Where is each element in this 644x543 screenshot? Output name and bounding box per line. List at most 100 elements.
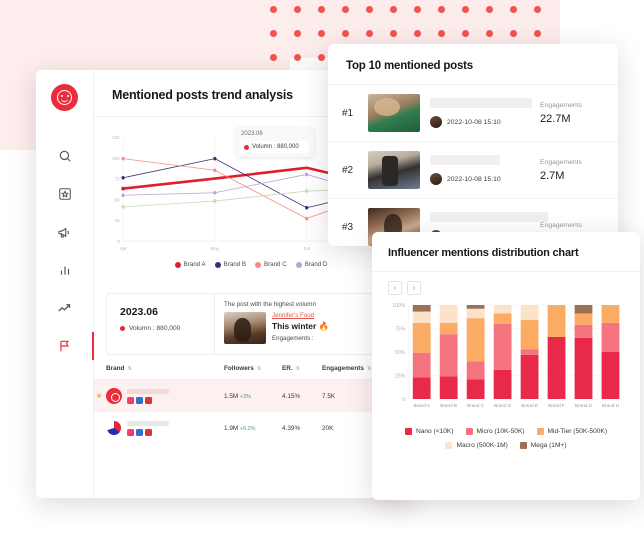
- legend-item[interactable]: Mid-Tier (50K-500K): [536, 428, 607, 435]
- avatar: [430, 173, 442, 185]
- screenshot-root: Mentioned posts trend analysis 0 25 50 75 10…: [0, 0, 644, 543]
- brand-cell: [106, 420, 224, 436]
- instagram-icon[interactable]: [127, 396, 134, 404]
- legend-swatch: [295, 261, 302, 268]
- list-item[interactable]: #2 2022-10-08 15:10 Engagements 2.7M: [328, 142, 618, 199]
- flag-icon: [59, 340, 69, 352]
- svg-text:Brand A: Brand A: [413, 403, 430, 408]
- tooltip-date: 2023.06: [241, 131, 263, 137]
- facebook-icon[interactable]: [136, 428, 143, 436]
- svg-text:100: 100: [112, 156, 120, 162]
- search-icon: [59, 150, 71, 162]
- legend-item[interactable]: Brand A: [174, 261, 206, 268]
- sidebar-item-statistics[interactable]: [45, 251, 85, 289]
- table-row[interactable]: 1.9M +5.2% 4.39% 20K 13.74%: [94, 412, 416, 444]
- post-title-placeholder: [430, 212, 548, 222]
- distribution-panel: Influencer mentions distribution chart ‹…: [372, 232, 640, 500]
- youtube-icon[interactable]: [145, 396, 152, 404]
- post-thumbnail[interactable]: [368, 94, 420, 132]
- legend-item[interactable]: Brand C: [254, 261, 287, 268]
- summary-month: 2023.06: [120, 306, 158, 318]
- sidebar-item-campaigns[interactable]: [45, 213, 85, 251]
- followers-value: 1.9M: [224, 424, 239, 432]
- svg-text:Brand G: Brand G: [575, 403, 593, 408]
- table-header-row: Brand ⇅ Followers ⇅ ER. ⇅ Engagements ⇅: [94, 365, 416, 380]
- column-header-followers[interactable]: Followers ⇅: [224, 365, 282, 372]
- sort-icon-brand: ⇅: [127, 365, 132, 372]
- distribution-chart-area: 0 25% 50% 75% 100% Brand A Brand B Brand C Brand…: [372, 295, 640, 419]
- sort-icon-engagements: ⇅: [366, 365, 372, 372]
- legend-item[interactable]: Brand D: [295, 261, 327, 268]
- tooltip-value: Volumn : 880,000: [252, 144, 299, 150]
- avatar: [430, 116, 442, 128]
- distribution-pager: ‹ ›: [372, 272, 640, 295]
- chart-tooltip: 2023.06 Volumn : 880,000: [236, 127, 314, 157]
- top-posts-panel: Top 10 mentioned posts #1 2022-10-08 15:…: [328, 44, 618, 246]
- sort-icon-er: ⇅: [295, 365, 301, 372]
- post-rank: #1: [342, 107, 354, 119]
- instagram-icon[interactable]: [127, 428, 134, 436]
- summary-caption: The post with the highest volumn: [224, 301, 317, 308]
- sidebar: [36, 70, 94, 498]
- summary-month-block: 2023.06 Volumn : 880,000: [107, 294, 215, 354]
- table-row[interactable]: ★ 1.5M +3% 4.15% 7.5K: [94, 380, 416, 412]
- column-header-brand[interactable]: Brand ⇅: [106, 365, 224, 372]
- bar-chart-icon: [60, 266, 69, 275]
- svg-text:25: 25: [115, 218, 120, 224]
- facebook-icon[interactable]: [136, 396, 143, 404]
- engagements-label: Engagements: [540, 158, 582, 166]
- followers-cell: 1.5M +3%: [224, 393, 282, 400]
- brand-table: Brand ⇅ Followers ⇅ ER. ⇅ Engagements ⇅: [94, 365, 416, 444]
- sidebar-item-search[interactable]: [45, 137, 85, 175]
- svg-text:75%: 75%: [395, 327, 406, 333]
- svg-text:Jun: Jun: [303, 246, 310, 252]
- legend-item[interactable]: Macro (500K-1M): [445, 442, 508, 449]
- highest-volume-summary-card: 2023.06 Volumn : 880,000 The post with t…: [106, 293, 404, 355]
- summary-post-author-link[interactable]: Jennifer's Food: [272, 312, 329, 319]
- distribution-legend: Nano (<10K) Micro (10K-50K) Mid-Tier (50K-…: [372, 419, 640, 449]
- sidebar-item-trends[interactable]: [45, 289, 85, 327]
- legend-row: Nano (<10K) Micro (10K-50K) Mid-Tier (50K-…: [386, 428, 626, 435]
- legend-swatch: [214, 261, 221, 268]
- summary-volume: Volumn : 880,000: [129, 325, 181, 332]
- followers-delta: +5.2%: [240, 425, 256, 432]
- tooltip-dot-icon: [244, 144, 249, 150]
- svg-text:Apr: Apr: [120, 246, 127, 252]
- favorite-star-icon[interactable]: ★: [96, 392, 102, 400]
- sidebar-item-favorites[interactable]: [45, 175, 85, 213]
- legend-item[interactable]: Micro (10K-50K): [465, 428, 525, 435]
- post-rank: #2: [342, 164, 354, 176]
- engagements-label: Engagements: [540, 101, 582, 109]
- legend-swatch: [174, 261, 181, 268]
- post-thumbnail[interactable]: [368, 151, 420, 189]
- legend-swatch: [465, 428, 473, 435]
- legend-item[interactable]: Brand B: [214, 261, 246, 268]
- legend-item[interactable]: Mega (1M+): [519, 442, 567, 449]
- star-box-icon: [58, 188, 71, 200]
- distribution-title: Influencer mentions distribution chart: [372, 232, 640, 272]
- post-date: 2022-10-08 15:10: [447, 175, 501, 183]
- post-title-placeholder: [430, 155, 500, 165]
- app-logo-icon[interactable]: [51, 84, 78, 111]
- next-page-button[interactable]: ›: [407, 281, 421, 295]
- svg-text:0: 0: [117, 239, 120, 245]
- engagements-value: 22.7M: [540, 112, 571, 125]
- megaphone-icon: [58, 227, 70, 237]
- svg-text:50: 50: [115, 197, 120, 203]
- svg-text:0: 0: [402, 397, 405, 403]
- summary-post-thumbnail[interactable]: [224, 312, 266, 344]
- legend-label: Brand C: [263, 261, 287, 268]
- legend-item[interactable]: Nano (<10K): [404, 428, 454, 435]
- youtube-icon[interactable]: [145, 428, 152, 436]
- engagements-value: 2.7M: [540, 169, 565, 182]
- column-header-er[interactable]: ER. ⇅: [282, 365, 322, 372]
- svg-text:100%: 100%: [392, 303, 405, 309]
- sidebar-item-mentions[interactable]: [36, 327, 94, 365]
- column-label-er: ER.: [282, 365, 293, 372]
- er-cell: 4.15%: [282, 392, 301, 400]
- svg-text:125: 125: [112, 135, 120, 141]
- list-item[interactable]: #1 2022-10-08 15:10 Engagements 22.7M: [328, 85, 618, 142]
- legend-label: Brand A: [183, 261, 206, 268]
- svg-text:Brand E: Brand E: [521, 403, 538, 408]
- prev-page-button[interactable]: ‹: [388, 281, 402, 295]
